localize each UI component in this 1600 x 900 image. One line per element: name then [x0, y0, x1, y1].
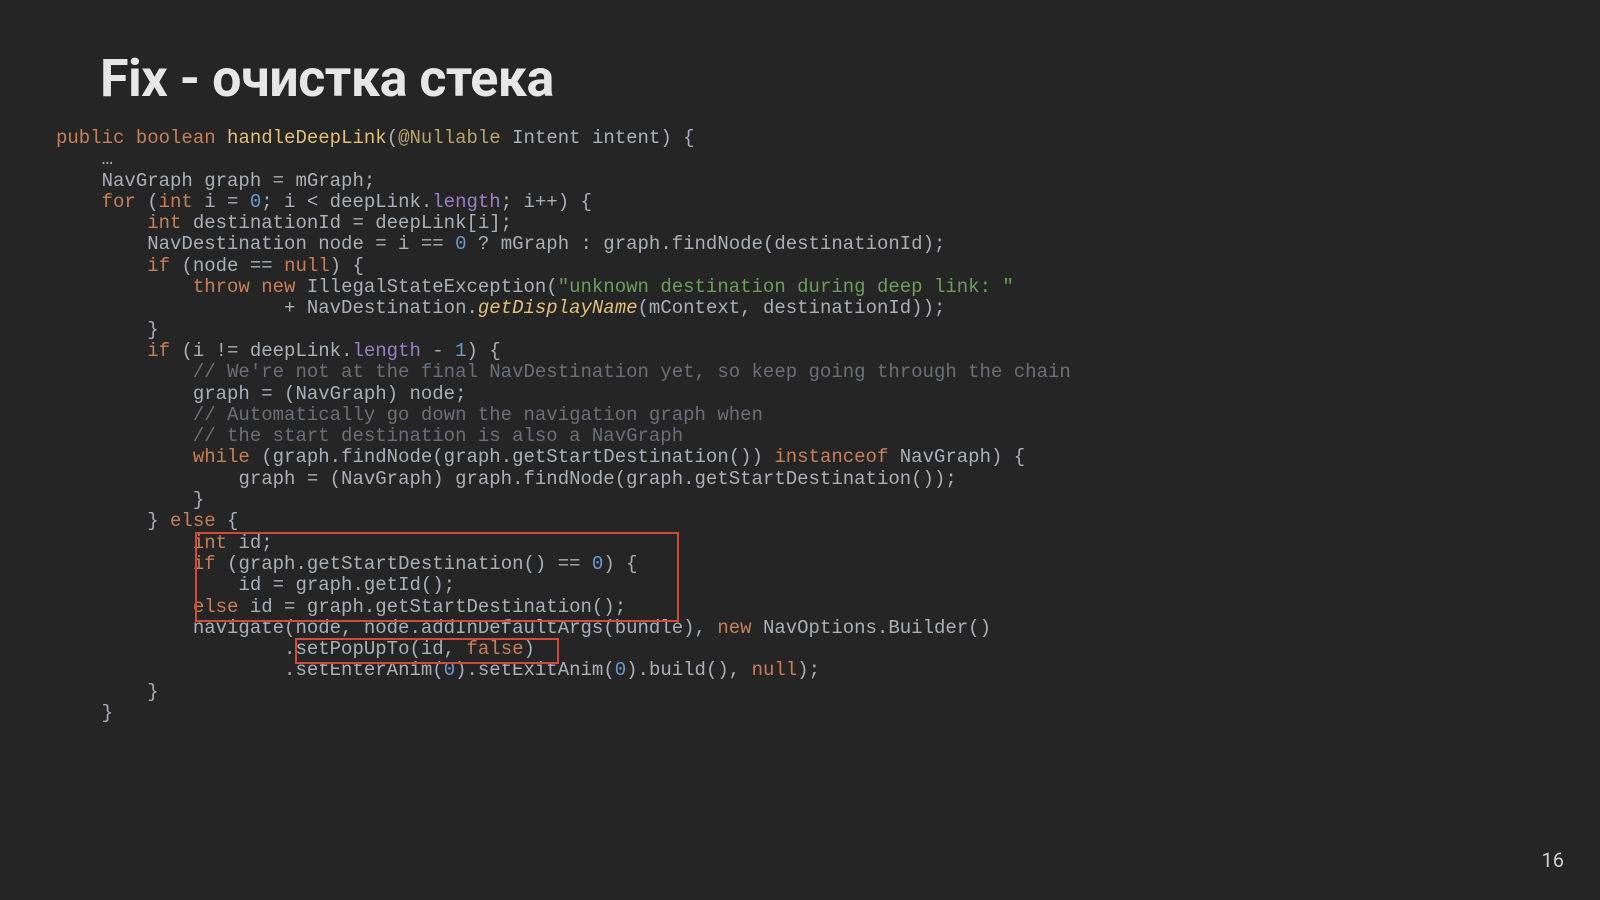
page-number: 16 [1542, 848, 1564, 872]
slide: Fix - очистка стека public boolean handl… [0, 0, 1600, 900]
slide-title: Fix - очистка стека [100, 48, 554, 109]
code-block: public boolean handleDeepLink(@Nullable … [56, 128, 1071, 724]
